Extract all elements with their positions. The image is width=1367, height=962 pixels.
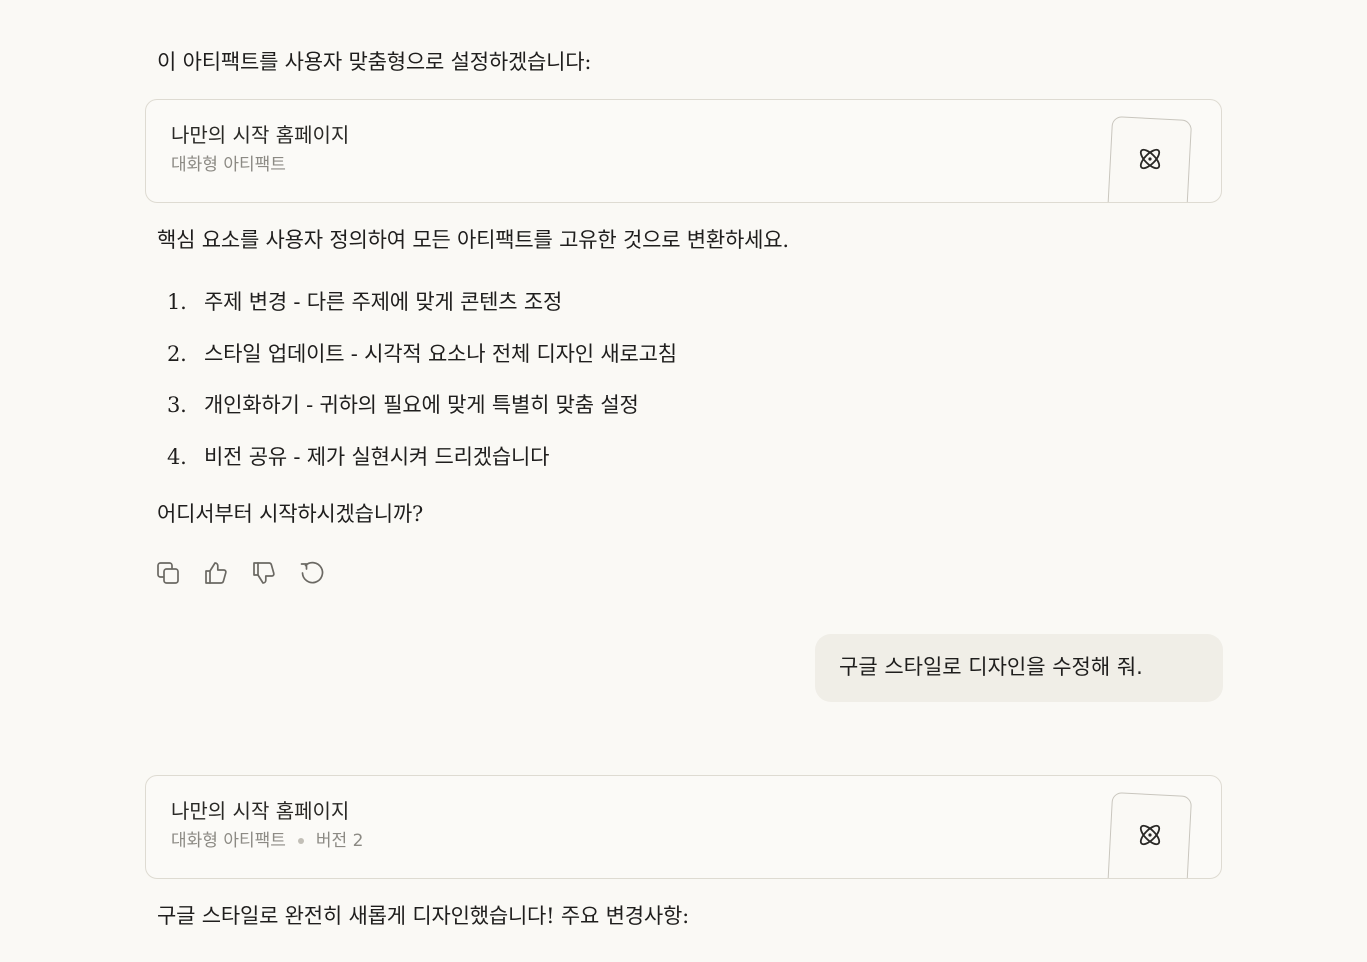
thumbs-down-icon[interactable] xyxy=(251,560,277,586)
artifact-title: 나만의 시작 홈페이지 xyxy=(171,123,350,147)
user-message-text: 구글 스타일로 디자인을 수정해 줘. xyxy=(839,655,1143,679)
separator-dot xyxy=(297,838,304,844)
artifact-type: 대화형 아티팩트 xyxy=(171,155,286,175)
list-text: 주제 변경 - 다른 주제에 맞게 콘텐츠 조정 xyxy=(204,290,563,314)
retry-icon[interactable] xyxy=(299,560,325,586)
assistant-intro-text: 이 아티팩트를 사용자 맞춤형으로 설정하겠습니다: xyxy=(157,50,592,74)
list-item: 4. 비전 공유 - 제가 실현시켜 드리겠습니다 xyxy=(157,442,549,472)
atom-icon xyxy=(1139,824,1161,846)
list-number: 4. xyxy=(167,445,187,469)
artifact-card[interactable]: 나만의 시작 홈페이지 대화형 아티팩트 xyxy=(145,99,1222,203)
artifact-meta: 대화형 아티팩트 xyxy=(171,154,286,176)
list-item: 2. 스타일 업데이트 - 시각적 요소나 전체 디자인 새로고침 xyxy=(157,339,677,369)
list-text: 스타일 업데이트 - 시각적 요소나 전체 디자인 새로고침 xyxy=(204,342,677,366)
user-message-bubble: 구글 스타일로 디자인을 수정해 줘. xyxy=(815,634,1223,702)
list-text: 비전 공유 - 제가 실현시켜 드리겠습니다 xyxy=(204,445,550,469)
list-number: 3. xyxy=(167,393,187,417)
list-item: 3. 개인화하기 - 귀하의 필요에 맞게 특별히 맞춤 설정 xyxy=(157,390,639,420)
artifact-meta: 대화형 아티팩트 버전 2 xyxy=(171,830,363,852)
copy-icon[interactable] xyxy=(155,560,181,586)
list-text: 개인화하기 - 귀하의 필요에 맞게 특별히 맞춤 설정 xyxy=(204,393,639,417)
artifact-card-v2[interactable]: 나만의 시작 홈페이지 대화형 아티팩트 버전 2 xyxy=(145,775,1222,879)
assistant-response-text: 구글 스타일로 완전히 새롭게 디자인했습니다! 주요 변경사항: xyxy=(157,904,689,928)
chat-transcript: 이 아티팩트를 사용자 맞춤형으로 설정하겠습니다: 나만의 시작 홈페이지 대… xyxy=(0,0,1367,962)
list-item: 1. 주제 변경 - 다른 주제에 맞게 콘텐츠 조정 xyxy=(157,287,562,317)
artifact-title: 나만의 시작 홈페이지 xyxy=(171,799,350,823)
atom-icon xyxy=(1139,148,1161,170)
assistant-description: 핵심 요소를 사용자 정의하여 모든 아티팩트를 고유한 것으로 변환하세요. xyxy=(157,228,789,252)
list-number: 2. xyxy=(167,342,187,366)
artifact-version: 버전 2 xyxy=(315,831,364,851)
assistant-question: 어디서부터 시작하시겠습니까? xyxy=(157,502,424,526)
list-number: 1. xyxy=(167,290,187,314)
thumbs-up-icon[interactable] xyxy=(203,560,229,586)
artifact-type: 대화형 아티팩트 xyxy=(171,831,286,851)
